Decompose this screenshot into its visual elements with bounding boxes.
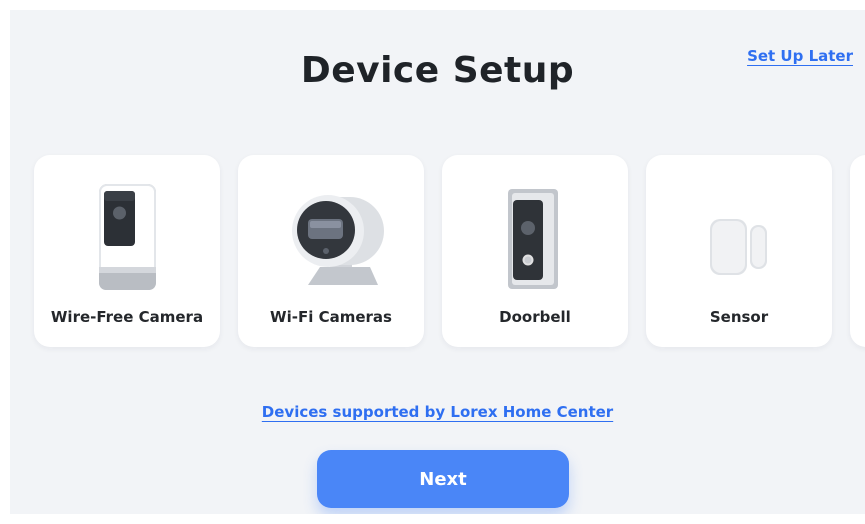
device-card-sensor[interactable]: Sensor [646,155,832,347]
set-up-later-link[interactable]: Set Up Later [747,47,853,65]
device-setup-screen: Device Setup Set Up Later Wire-Free Came… [10,10,865,514]
wire-free-camera-icon [99,184,156,290]
device-card-label: Wi-Fi Cameras [270,308,392,326]
doorbell-icon [508,189,558,289]
device-card-wifi-cameras[interactable]: Wi-Fi Cameras [238,155,424,347]
supported-devices-link[interactable]: Devices supported by Lorex Home Center [10,403,865,421]
device-card-label: Sensor [709,308,769,326]
sensor-icon [710,219,767,275]
device-card-wire-free-camera[interactable]: Wire-Free Camera [34,155,220,347]
device-card-list: Wire-Free Camera Wi-Fi Cameras Doorbell … [10,155,865,347]
page-title: Device Setup [300,50,575,91]
device-card-label: Doorbell [499,308,571,326]
device-card-partial[interactable] [850,155,865,347]
next-button[interactable]: Next [317,450,569,508]
device-card-doorbell[interactable]: Doorbell [442,155,628,347]
device-card-label: Wire-Free Camera [50,308,204,326]
wifi-camera-icon [292,195,384,285]
